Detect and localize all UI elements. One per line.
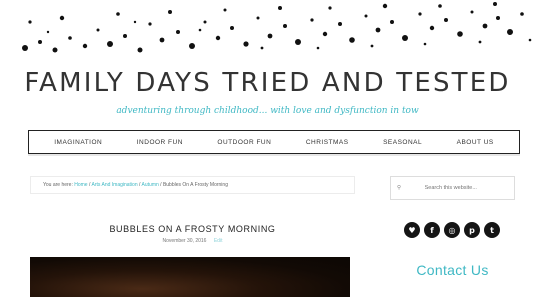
twitter-icon[interactable]: t — [484, 222, 500, 238]
nav-item-seasonal[interactable]: SEASONAL — [383, 139, 422, 146]
search-box: ⚲ — [390, 176, 515, 200]
nav-item-imagination[interactable]: IMAGINATION — [54, 139, 102, 146]
site-tagline: adventuring through childhood... with lo… — [116, 106, 419, 116]
post-meta: November 30, 2016 Edit — [30, 238, 355, 244]
nav-item-about-us[interactable]: ABOUT US — [457, 139, 494, 146]
bloglovin-icon[interactable]: ♥ — [404, 222, 420, 238]
post-date: November 30, 2016 — [162, 238, 207, 244]
breadcrumb: You are here: Home / Arts And Imaginatio… — [30, 176, 355, 194]
contact-us-link[interactable]: Contact Us — [390, 262, 515, 278]
search-input[interactable] — [422, 184, 514, 192]
post-featured-image — [30, 257, 350, 297]
breadcrumb-current: Bubbles On A Frosty Morning — [162, 182, 228, 188]
breadcrumb-link-arts[interactable]: Arts And Imagination — [91, 182, 137, 188]
social-icons: ♥ f ◎ p t — [404, 222, 500, 238]
breadcrumb-link-autumn[interactable]: Autumn — [142, 182, 159, 188]
search-icon[interactable]: ⚲ — [397, 185, 409, 191]
main-navigation: IMAGINATION INDOOR FUN OUTDOOR FUN CHRIS… — [28, 130, 520, 154]
pinterest-icon[interactable]: p — [464, 222, 480, 238]
instagram-icon[interactable]: ◎ — [444, 222, 460, 238]
site-title[interactable]: FAMILY DAYS TRIED AND TESTED — [0, 68, 535, 98]
edit-link[interactable]: Edit — [214, 238, 223, 244]
nav-item-outdoor-fun[interactable]: OUTDOOR FUN — [217, 139, 271, 146]
breadcrumb-link-home[interactable]: Home — [74, 182, 87, 188]
nav-item-christmas[interactable]: CHRISTMAS — [306, 139, 349, 146]
post-title: BUBBLES ON A FROSTY MORNING — [109, 224, 276, 234]
nav-item-indoor-fun[interactable]: INDOOR FUN — [137, 139, 183, 146]
confetti-dots-banner — [22, 2, 532, 53]
breadcrumb-prefix: You are here: — [43, 182, 73, 188]
facebook-icon[interactable]: f — [424, 222, 440, 238]
